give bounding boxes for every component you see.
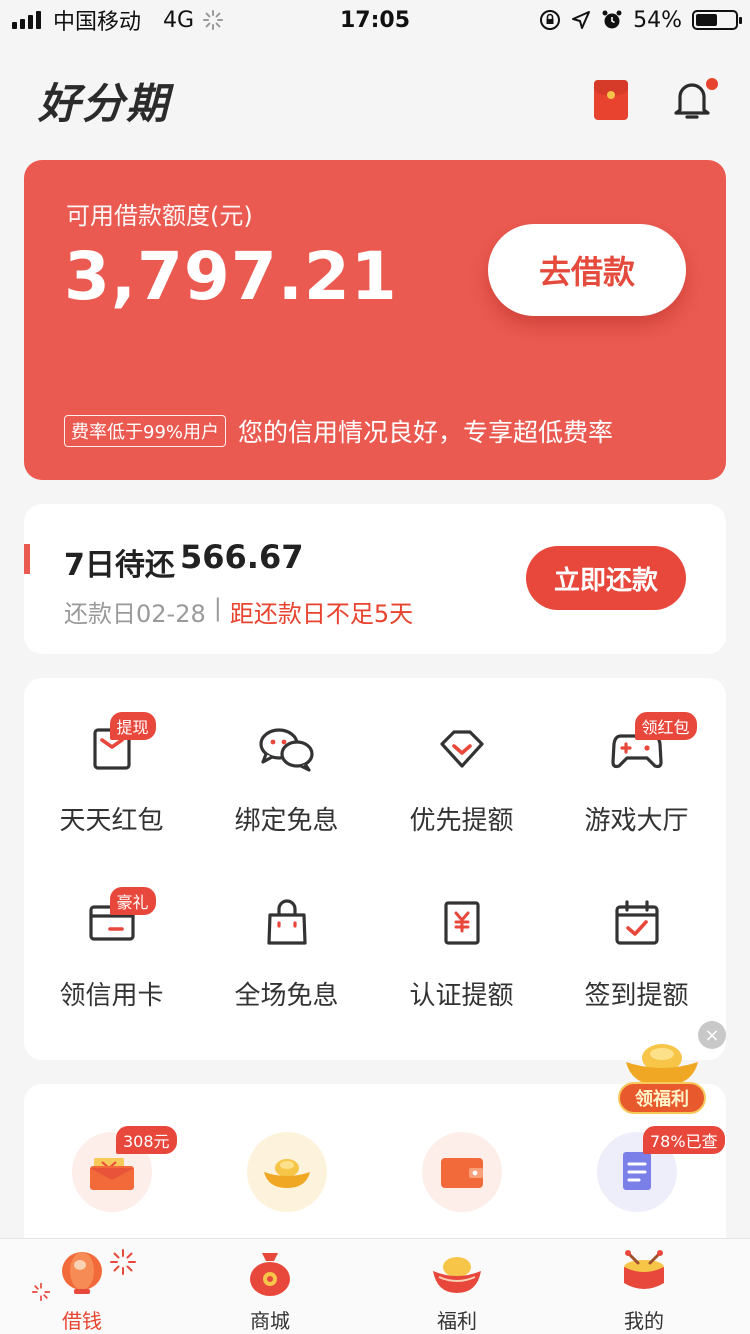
grid-item-verify-raise[interactable]: 认证提额 [374,853,549,1011]
repay-due-date: 还款日02-28 [64,600,206,628]
repay-title: 7日待还 [64,548,175,583]
grid-item-priority-raise[interactable]: 优先提额 [374,678,549,836]
tab-welfare[interactable]: 福利 [363,1239,551,1334]
bottom-tab-bar: 借钱 商城 福利 我的 [0,1238,750,1334]
repay-warning: 距还款日不足5天 [229,600,414,628]
service-red-envelope[interactable]: 308元 [72,1126,177,1212]
grid-item-checkin-raise[interactable]: 签到提额 [549,853,724,1011]
grid-item-game-hall[interactable]: 领红包 游戏大厅 [549,678,724,836]
diamond-icon [438,724,486,772]
rate-tag: 费率低于99%用户 [64,415,227,447]
grid-item-daily-redpacket[interactable]: 提现 天天红包 [24,678,199,836]
grid-label: 游戏大厅 [584,806,689,836]
gold-ingot-icon [264,1159,310,1188]
bell-icon[interactable] [672,78,718,122]
loading-icon [203,10,224,30]
repayment-card[interactable]: 7日待还 566.67 还款日02-28 | 距还款日不足5天 立即还款 [24,504,726,654]
welfare-float-button[interactable]: 领福利 [614,1040,710,1120]
grid-item-bind-free-interest[interactable]: 绑定免息 [199,678,374,836]
repay-marker [24,544,30,574]
tab-label: 商城 [250,1309,290,1333]
drum-icon [624,1250,664,1289]
service-document[interactable]: 78%已查 [597,1126,725,1212]
battery-icon [692,10,742,30]
red-envelope-icon[interactable] [594,80,628,120]
gold-ingot-icon [626,1044,698,1086]
rotation-lock-icon [540,10,561,30]
repay-amount: 566.67 [180,538,304,576]
calendar-check-icon [613,899,661,947]
grid-badge: 豪礼 [109,887,156,915]
service-gold-ingot[interactable] [247,1132,327,1212]
borrow-button[interactable]: 去借款 [488,224,686,316]
credit-card-icon: 豪礼 [88,887,156,947]
wechat-icon [258,724,314,772]
grid-item-credit-card[interactable]: 豪礼 领信用卡 [24,853,199,1011]
tab-mall[interactable]: 商城 [176,1239,364,1334]
network-type: 4G [163,7,195,33]
gold-ingot-icon [433,1257,481,1293]
lucky-bag-icon [250,1253,290,1296]
battery-fill [696,14,717,26]
repay-separator: | [213,594,222,622]
app-logo: 好分期 [38,78,171,128]
notification-dot [706,78,718,90]
grid-label: 天天红包 [59,806,164,836]
grid-badge: 领红包 [634,712,697,740]
battery-percent: 54% [633,7,682,33]
gamepad-icon: 领红包 [610,712,697,772]
grid-label: 领信用卡 [59,981,164,1011]
signal-icon [12,11,41,29]
credit-limit-card: 可用借款额度(元) 3,797.21 去借款 费率低于99%用户 您的信用情况良… [24,160,726,480]
grid-label: 认证提额 [409,981,514,1011]
credit-amount: 3,797.21 [64,238,398,315]
red-envelope-icon: 提现 [88,712,156,772]
red-envelope-icon [90,1158,134,1190]
repay-subline: 还款日02-28 | 距还款日不足5天 [64,594,413,629]
credit-note: 您的信用情况良好，专享超低费率 [238,418,614,447]
credit-footer: 费率低于99%用户 您的信用情况良好，专享超低费率 [64,413,613,449]
grid-label: 绑定免息 [234,806,339,836]
location-icon [572,11,591,29]
header-actions [594,78,718,122]
grid-label: 优先提额 [409,806,514,836]
shopping-bag-icon [263,899,311,947]
service-badge: 78%已查 [643,1126,725,1154]
service-badge: 308元 [116,1126,177,1154]
service-wallet[interactable] [422,1132,502,1212]
grid-label: 全场免息 [234,981,339,1011]
grid-item-free-interest-all[interactable]: 全场免息 [199,853,374,1011]
grid-badge: 提现 [109,712,156,740]
certificate-icon [438,899,486,947]
status-bar: 中国移动 4G 17:05 54% [0,0,750,40]
tab-label: 我的 [624,1309,664,1333]
feature-grid: 提现 天天红包 绑定免息 优先提额 领红包 游戏大厅 豪礼 领信用卡 全场免息 … [24,678,726,1060]
credit-label: 可用借款额度(元) [66,202,253,230]
lantern-icon [62,1252,102,1294]
sparkle-icon [32,1283,50,1301]
tab-mine[interactable]: 我的 [550,1239,738,1334]
tab-borrow[interactable]: 借钱 [0,1239,176,1334]
carrier-name: 中国移动 [53,10,142,35]
sparkle-icon [110,1249,136,1275]
app-header: 好分期 [38,60,718,140]
status-right: 54% [539,7,742,33]
tab-label: 福利 [437,1309,477,1333]
document-icon [623,1152,651,1190]
tab-label: 借钱 [62,1309,102,1333]
status-left: 中国移动 4G [12,4,224,36]
grid-label: 签到提额 [584,981,689,1011]
wallet-icon [441,1158,483,1188]
welfare-label: 领福利 [618,1082,706,1114]
alarm-icon [602,10,622,29]
repay-now-button[interactable]: 立即还款 [526,546,686,610]
